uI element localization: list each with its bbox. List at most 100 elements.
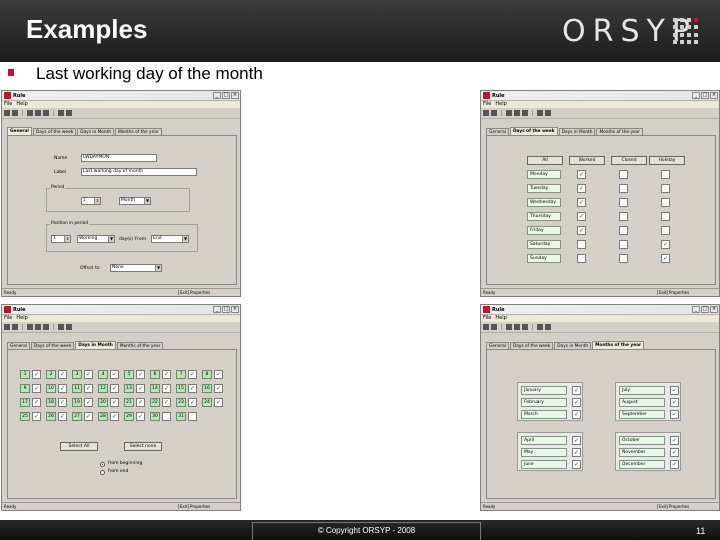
header-button-closed[interactable]: Closed	[611, 156, 647, 165]
day-checkbox[interactable]	[661, 170, 670, 179]
position-type-select[interactable]: Working ▼	[77, 235, 115, 243]
month-checkbox[interactable]: ✓	[670, 386, 679, 395]
day-checkbox[interactable]: ✓	[214, 398, 223, 407]
label-field[interactable]: Last working day of month	[81, 168, 197, 176]
month-button-april[interactable]: April	[521, 436, 567, 445]
menu-item-help[interactable]: Help	[16, 101, 27, 108]
close-button[interactable]: ×	[710, 92, 718, 99]
day-checkbox[interactable]	[661, 226, 670, 235]
day-checkbox[interactable]	[619, 184, 628, 193]
day-checkbox[interactable]	[619, 240, 628, 249]
paste-icon[interactable]	[522, 110, 528, 116]
day-checkbox[interactable]: ✓	[84, 384, 93, 393]
header-button-all[interactable]: All	[527, 156, 563, 165]
chevron-down-icon[interactable]: ▼	[144, 198, 150, 204]
cut-icon[interactable]	[506, 324, 512, 330]
day-checkbox[interactable]	[619, 254, 628, 263]
month-button-november[interactable]: November	[619, 448, 665, 457]
month-checkbox[interactable]: ✓	[670, 448, 679, 457]
month-checkbox[interactable]: ✓	[670, 398, 679, 407]
day-checkbox[interactable]: ✓	[577, 226, 586, 235]
paste-icon[interactable]	[43, 324, 49, 330]
day-checkbox[interactable]	[661, 212, 670, 221]
day-checkbox[interactable]: ✓	[32, 370, 41, 379]
day-checkbox[interactable]: ✓	[84, 370, 93, 379]
name-field[interactable]: LWDAYMON	[81, 154, 157, 162]
chevron-down-icon[interactable]: ▼	[108, 236, 114, 242]
close-button[interactable]: ×	[231, 306, 239, 313]
maximize-button[interactable]: □	[701, 92, 709, 99]
month-button-may[interactable]: May	[521, 448, 567, 457]
day-checkbox[interactable]: ✓	[136, 384, 145, 393]
day-checkbox[interactable]	[188, 412, 197, 421]
tip-icon[interactable]	[58, 110, 64, 116]
tab-days-in-month[interactable]: Days in Month	[75, 341, 116, 349]
day-checkbox[interactable]: ✓	[136, 370, 145, 379]
month-checkbox[interactable]: ✓	[572, 460, 581, 469]
close-button[interactable]: ×	[231, 92, 239, 99]
save-icon[interactable]	[491, 324, 497, 330]
copy-icon[interactable]	[35, 324, 41, 330]
day-checkbox[interactable]: ✓	[577, 184, 586, 193]
day-checkbox[interactable]: ✓	[58, 398, 67, 407]
day-checkbox[interactable]: ✓	[58, 370, 67, 379]
minimize-button[interactable]: _	[692, 306, 700, 313]
new-icon[interactable]	[483, 110, 489, 116]
month-button-january[interactable]: January	[521, 386, 567, 395]
menu-item-help[interactable]: Help	[16, 315, 27, 322]
day-checkbox[interactable]: ✓	[110, 384, 119, 393]
cut-icon[interactable]	[506, 110, 512, 116]
minimize-button[interactable]: _	[213, 92, 221, 99]
offset-select[interactable]: None ▼	[110, 264, 162, 272]
day-checkbox[interactable]: ✓	[58, 412, 67, 421]
month-button-june[interactable]: June	[521, 460, 567, 469]
day-checkbox[interactable]: ✓	[84, 398, 93, 407]
day-checkbox[interactable]	[577, 240, 586, 249]
month-checkbox[interactable]: ✓	[572, 448, 581, 457]
day-button-wednesday[interactable]: Wednesday	[527, 198, 561, 207]
maximize-button[interactable]: □	[222, 306, 230, 313]
position-count-spinner[interactable]: 1 ⇕	[51, 235, 71, 243]
day-checkbox[interactable]	[619, 198, 628, 207]
day-checkbox[interactable]	[661, 198, 670, 207]
tip-icon[interactable]	[537, 324, 543, 330]
day-checkbox[interactable]: ✓	[162, 370, 171, 379]
month-button-july[interactable]: July	[619, 386, 665, 395]
day-checkbox[interactable]: ✓	[84, 412, 93, 421]
menu-item-file[interactable]: File	[4, 315, 12, 322]
day-button-friday[interactable]: Friday	[527, 226, 561, 235]
day-checkbox[interactable]: ✓	[110, 398, 119, 407]
menu-item-file[interactable]: File	[483, 315, 491, 322]
select-none-button[interactable]: Select none	[124, 442, 162, 451]
select-all-button[interactable]: Select All	[60, 442, 98, 451]
copy-icon[interactable]	[514, 324, 520, 330]
month-button-october[interactable]: October	[619, 436, 665, 445]
day-checkbox[interactable]: ✓	[661, 254, 670, 263]
month-checkbox[interactable]: ✓	[572, 436, 581, 445]
save-icon[interactable]	[491, 110, 497, 116]
copy-icon[interactable]	[514, 110, 520, 116]
from-beginning-radio[interactable]	[100, 462, 105, 467]
day-checkbox[interactable]: ✓	[136, 398, 145, 407]
month-checkbox[interactable]: ✓	[670, 460, 679, 469]
menu-item-help[interactable]: Help	[495, 101, 506, 108]
tab-general[interactable]: General	[7, 127, 32, 135]
day-checkbox[interactable]: ✓	[58, 384, 67, 393]
tab-months-of-the-year[interactable]: Months of the year	[592, 341, 645, 349]
save-icon[interactable]	[12, 110, 18, 116]
paste-icon[interactable]	[522, 324, 528, 330]
tip-icon[interactable]	[537, 110, 543, 116]
day-checkbox[interactable]	[577, 254, 586, 263]
day-button-thursday[interactable]: Thursday	[527, 212, 561, 221]
chevron-down-icon[interactable]: ▼	[155, 265, 161, 271]
menu-item-file[interactable]: File	[483, 101, 491, 108]
day-checkbox[interactable]: ✓	[162, 384, 171, 393]
day-checkbox[interactable]: ✓	[577, 198, 586, 207]
day-checkbox[interactable]	[661, 184, 670, 193]
day-checkbox[interactable]: ✓	[32, 412, 41, 421]
day-checkbox[interactable]	[162, 412, 171, 421]
header-button-holiday[interactable]: Holiday	[649, 156, 685, 165]
month-button-september[interactable]: September	[619, 410, 665, 419]
month-button-december[interactable]: December	[619, 460, 665, 469]
day-checkbox[interactable]: ✓	[110, 370, 119, 379]
